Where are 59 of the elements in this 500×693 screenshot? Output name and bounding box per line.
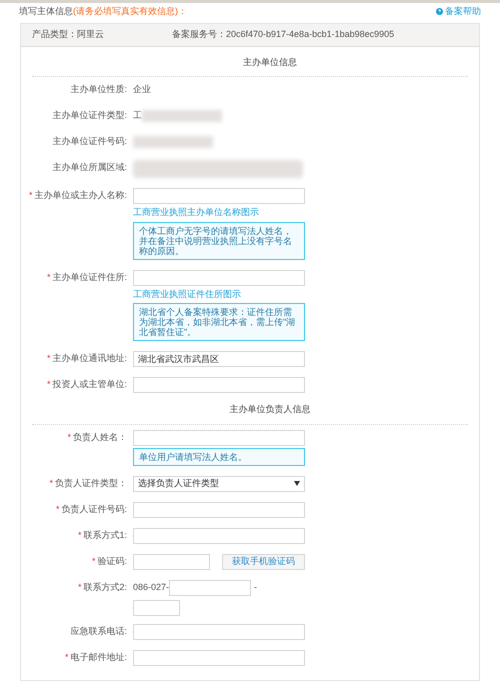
text-field[interactable]: 湖北省武汉市武昌区 <box>133 351 305 367</box>
text-field[interactable] <box>133 377 305 393</box>
text-field[interactable] <box>133 270 305 286</box>
captcha-field[interactable] <box>133 554 210 570</box>
required-mark: * <box>64 650 68 664</box>
required-mark: * <box>78 580 82 594</box>
extension-field[interactable] <box>133 600 180 616</box>
phone-separator: - <box>254 580 258 594</box>
section-title: 主办单位信息 <box>243 56 297 68</box>
text-field[interactable] <box>133 502 305 518</box>
field-label: 负责人证件类型： <box>55 476 127 490</box>
hint-box: 单位用户请填写法人姓名。 <box>133 448 305 466</box>
field-label: 负责人证件号码: <box>61 502 127 516</box>
field-value: 企业 <box>133 83 151 96</box>
field-label: 主办单位证件住所: <box>52 270 127 284</box>
field-value: 工 <box>133 109 142 122</box>
required-mark: * <box>78 528 82 542</box>
field-label: 主办单位证件号码: <box>52 135 127 148</box>
required-mark: * <box>46 270 50 284</box>
field-label: 验证码: <box>97 554 127 568</box>
field-label: 联系方式2: <box>83 580 127 594</box>
field-label: 应急联系电话: <box>70 624 127 638</box>
help-icon <box>436 8 443 16</box>
field-label: 主办单位证件类型: <box>52 109 127 122</box>
required-mark: * <box>56 502 60 516</box>
text-field[interactable] <box>133 188 305 204</box>
required-mark: * <box>92 554 96 568</box>
example-link[interactable]: 工商营业执照证件住所图示 <box>133 288 305 301</box>
text-field[interactable] <box>133 528 305 544</box>
required-mark: * <box>67 430 71 444</box>
notice-text: (请务必填写真实有效信息)： <box>73 5 187 18</box>
field-label: 负责人姓名： <box>73 430 127 444</box>
dropdown-icon <box>294 481 300 486</box>
field-label: 电子邮件地址: <box>70 650 127 664</box>
text-field[interactable] <box>133 430 305 446</box>
field-label: 联系方式1: <box>83 528 127 542</box>
page-heading: 填写主体信息 <box>19 5 73 18</box>
field-label: 主办单位通讯地址: <box>52 352 127 366</box>
service-number: 备案服务号：20c6f470-b917-4e8a-bcb1-1bab98ec9905 <box>172 28 394 41</box>
field-label: 投资人或主管单位: <box>52 378 127 392</box>
text-field[interactable] <box>133 650 305 666</box>
example-link[interactable]: 工商营业执照主办单位名称图示 <box>133 206 305 220</box>
get-code-button[interactable]: 获取手机验证码 <box>222 554 305 570</box>
select-field[interactable]: 选择负责人证件类型 <box>133 476 305 492</box>
hint-box: 湖北省个人备案特殊要求：证件住所需为湖北本省，如非湖北本省，需上传"湖北省暂住证"。 <box>133 303 305 341</box>
field-label: 主办单位或主办人名称: <box>34 189 127 202</box>
text-field[interactable] <box>133 624 305 640</box>
product-type: 产品类型：阿里云 <box>32 28 105 41</box>
required-mark: * <box>46 378 50 392</box>
field-label: 主办单位性质: <box>70 83 127 96</box>
hint-box: 个体工商户无字号的请填写法人姓名，并在备注中说明营业执照上没有字号名称的原因。 <box>133 222 305 260</box>
help-link[interactable]: 备案帮助 <box>436 5 481 18</box>
phone-field[interactable] <box>169 580 252 596</box>
required-mark: * <box>28 189 32 202</box>
required-mark: * <box>46 352 50 366</box>
required-mark: * <box>49 476 53 490</box>
field-label: 主办单位所属区域: <box>52 161 127 174</box>
phone-prefix: 086-027- <box>133 580 170 594</box>
section-title: 主办单位负责人信息 <box>230 403 310 416</box>
